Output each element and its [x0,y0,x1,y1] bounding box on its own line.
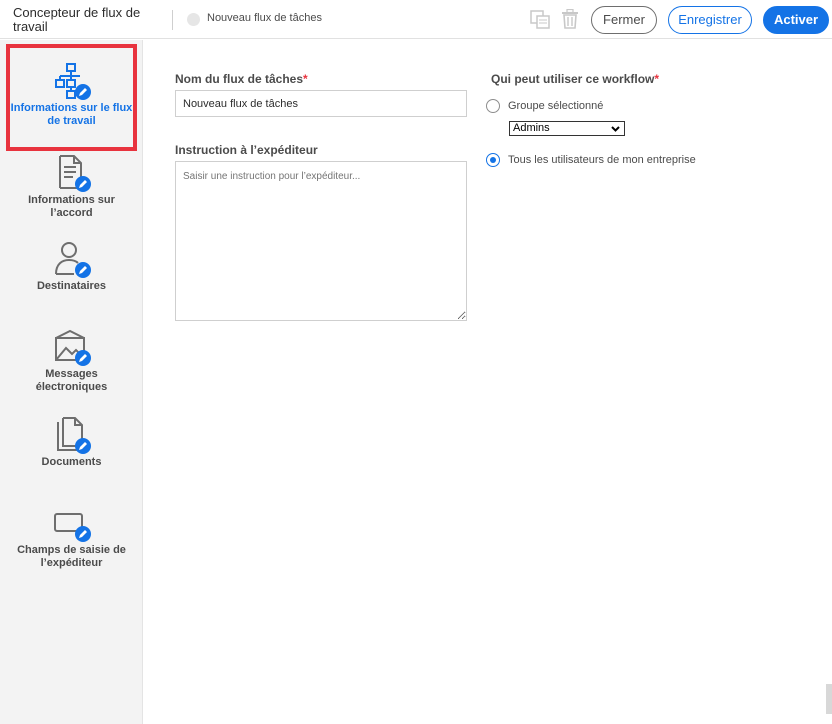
sidebar-item-label: Messages électroniques [35,368,108,393]
scrollbar[interactable] [826,684,832,714]
copy-icon[interactable] [530,10,550,29]
required-mark: * [303,72,308,86]
status-dot-icon [187,13,200,26]
highlight-box [6,44,137,151]
radio-selected-group-label: Groupe sélectionné [508,100,604,112]
sidebar-item-documents[interactable]: Documents [0,416,143,469]
radio-all-users-label: Tous les utilisateurs de mon entreprise [508,154,696,166]
sidebar-item-sender-fields[interactable]: Champs de saisie de l’expéditeur [0,504,143,570]
app-title: Concepteur de flux de travail [13,5,141,34]
workflow-name-label: Nom du flux de tâches* [175,72,308,86]
who-can-use-label: Qui peut utiliser ce workflow* [491,72,660,86]
top-bar: Concepteur de flux de travail Nouveau fl… [0,0,832,39]
radio-all-users[interactable] [486,153,500,167]
trash-icon[interactable] [561,9,579,29]
instruction-label: Instruction à l’expéditeur [175,143,318,157]
sidebar-item-label: Documents [41,456,102,468]
sidebar-item-label: Destinataires [36,280,107,292]
group-select[interactable]: Admins [509,121,625,136]
agreement-info-icon [58,155,91,192]
emails-icon [54,329,91,366]
instruction-textarea[interactable] [175,161,467,321]
sidebar-item-label: Informations sur l’accord [28,194,115,219]
sidebar-item-emails[interactable]: Messages électroniques [0,328,143,394]
close-button[interactable]: Fermer [591,6,657,34]
chevron-down-icon [611,126,620,132]
sender-fields-icon [53,513,91,542]
recipients-icon [54,242,91,278]
activate-button[interactable]: Activer [763,6,829,34]
group-select-value: Admins [513,122,550,134]
workflow-name-input[interactable] [175,90,467,117]
sidebar-item-recipients[interactable]: Destinataires [0,240,143,293]
workflow-name: Nouveau flux de tâches [207,12,322,24]
save-button[interactable]: Enregistrer [668,6,752,34]
sidebar-item-agreement-info[interactable]: Informations sur l’accord [0,154,143,220]
required-mark: * [654,72,660,86]
documents-icon [56,417,91,454]
sidebar-item-label: Champs de saisie de l’expéditeur [17,544,126,569]
radio-selected-group[interactable] [486,99,500,113]
header-divider [172,10,173,30]
